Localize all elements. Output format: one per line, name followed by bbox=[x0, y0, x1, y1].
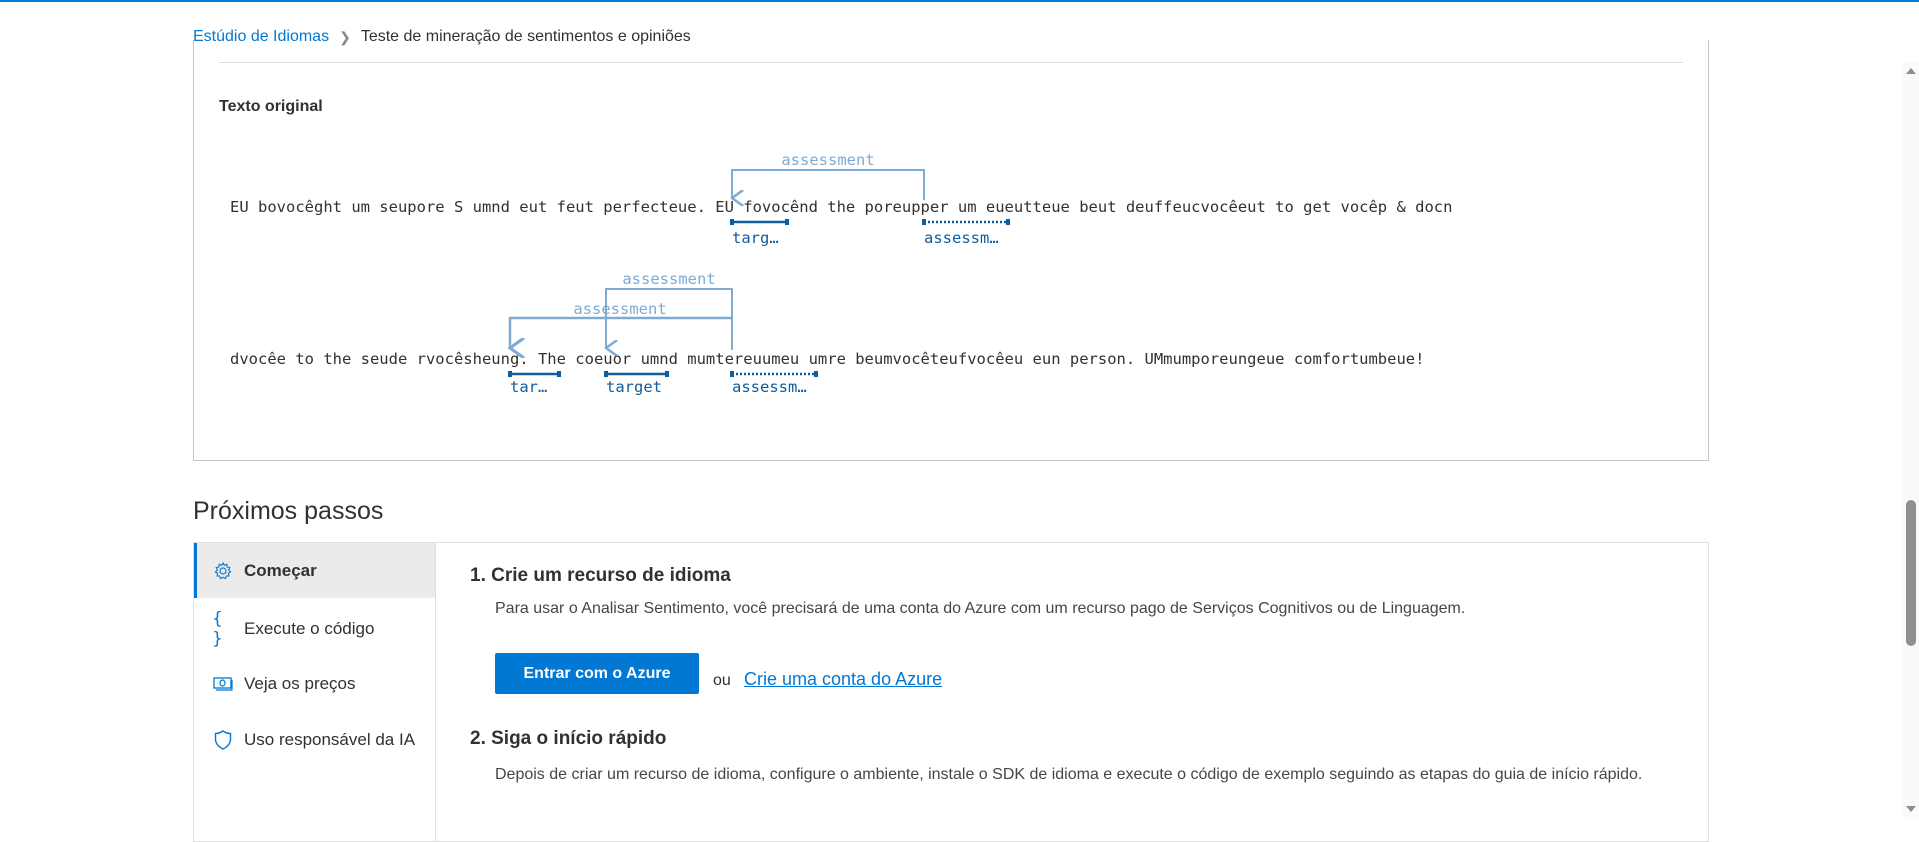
next-steps-panel: Começar { } Execute o código Veja os pre… bbox=[193, 542, 1709, 842]
assessment-label[interactable]: assessm… bbox=[732, 378, 807, 396]
sidebar-item-uso-responsavel[interactable]: Uso responsável da IA bbox=[194, 712, 435, 767]
assessment-underline-1 bbox=[922, 219, 1010, 225]
gear-icon bbox=[212, 561, 234, 581]
sidebar-item-label: Começar bbox=[244, 560, 317, 580]
sidebar-item-execute-codigo[interactable]: { } Execute o código bbox=[194, 601, 435, 656]
assessment-arc-1 bbox=[732, 169, 925, 200]
assessment-underline-2 bbox=[730, 371, 818, 377]
target-label[interactable]: tar… bbox=[510, 378, 547, 396]
sidebar-item-precos[interactable]: Veja os preços bbox=[194, 656, 435, 711]
sidebar-item-label: Execute o código bbox=[244, 618, 375, 638]
arc-label: assessment bbox=[573, 300, 667, 318]
money-icon bbox=[212, 676, 234, 692]
target-underline-2 bbox=[508, 371, 561, 377]
step-1-title: 1. Crie um recurso de idioma bbox=[470, 565, 731, 586]
target-label[interactable]: targ… bbox=[732, 229, 779, 247]
target-underline-1 bbox=[730, 219, 789, 225]
vertical-scrollbar[interactable] bbox=[1903, 62, 1919, 817]
target-underline-3 bbox=[604, 371, 669, 377]
arc-label: assessment bbox=[781, 151, 875, 169]
or-text: ou bbox=[713, 672, 731, 689]
next-steps-sidebar: Começar { } Execute o código Veja os pre… bbox=[194, 543, 436, 841]
next-steps-title: Próximos passos bbox=[193, 497, 384, 525]
step-1-text: Para usar o Analisar Sentimento, você pr… bbox=[495, 600, 1466, 617]
sidebar-item-comecar[interactable]: Começar bbox=[194, 543, 435, 598]
create-azure-account-link[interactable]: Crie uma conta do Azure bbox=[744, 669, 942, 690]
step-2-text: Depois de criar um recurso de idioma, co… bbox=[495, 766, 1643, 783]
braces-icon: { } bbox=[212, 608, 223, 649]
sign-in-azure-button[interactable]: Entrar com o Azure bbox=[495, 653, 699, 694]
target-label[interactable]: target bbox=[606, 378, 662, 396]
assessment-arc-2 bbox=[606, 288, 733, 350]
sidebar-item-label: Veja os preços bbox=[244, 673, 356, 693]
scroll-up-arrow-icon[interactable] bbox=[1906, 68, 1916, 74]
shield-icon bbox=[212, 729, 234, 750]
assessment-label[interactable]: assessm… bbox=[924, 229, 999, 247]
sidebar-item-label: Uso responsável da IA bbox=[244, 729, 416, 749]
scroll-down-arrow-icon[interactable] bbox=[1906, 806, 1916, 812]
step-2-title: 2. Siga o início rápido bbox=[470, 728, 667, 749]
scrollbar-thumb[interactable] bbox=[1906, 500, 1916, 646]
assessment-arc-3 bbox=[510, 316, 732, 348]
arc-label: assessment bbox=[622, 270, 716, 288]
